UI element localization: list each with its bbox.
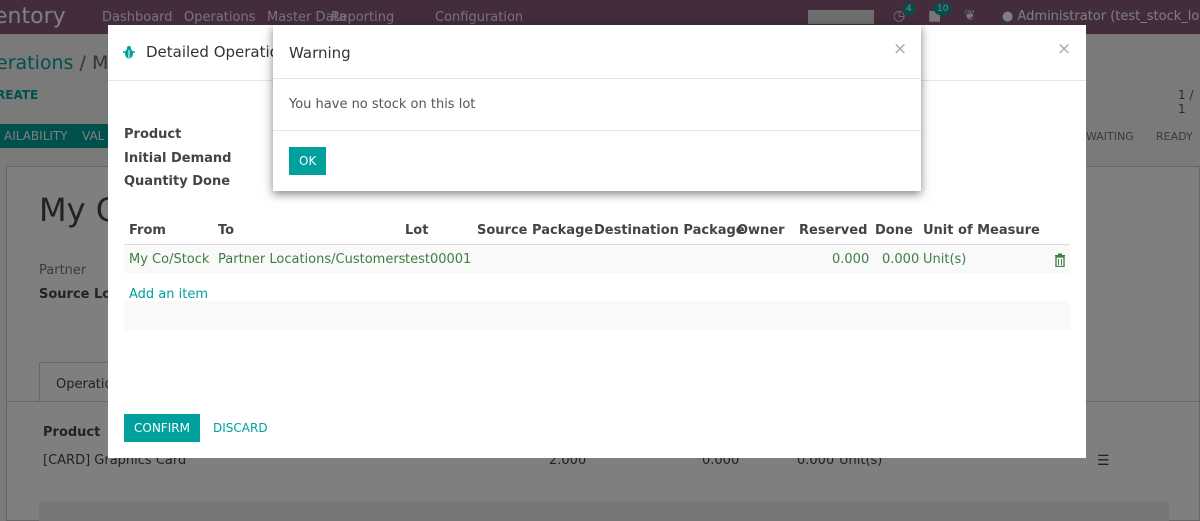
warning-title: Warning [289, 44, 351, 62]
column-lot[interactable]: Lot [405, 223, 428, 238]
column-source-package[interactable]: Source Package [477, 223, 593, 238]
quantity-done-label: Quantity Done [124, 174, 231, 189]
warning-header: Warning × [273, 25, 921, 79]
column-to[interactable]: To [218, 223, 234, 238]
product-label: Product [124, 127, 182, 142]
ok-button[interactable]: OK [289, 147, 327, 175]
initial-demand-label: Initial Demand [124, 151, 232, 166]
bug-icon [123, 46, 135, 59]
confirm-button[interactable]: Confirm [124, 414, 200, 442]
warning-close-button[interactable]: × [893, 39, 907, 59]
trash-icon[interactable] [1054, 253, 1066, 267]
row-uom[interactable]: Unit(s) [923, 252, 966, 267]
column-done[interactable]: Done [875, 223, 913, 238]
dialog-title: Detailed Operation [146, 43, 289, 61]
column-unit-of-measure[interactable]: Unit of Measure [923, 223, 1040, 238]
row-done[interactable]: 0.000 [882, 252, 919, 267]
dialog-close-button[interactable]: × [1057, 39, 1071, 59]
empty-row [124, 301, 1070, 330]
warning-message: You have no stock on this lot [289, 97, 476, 112]
warning-footer-divider [273, 130, 921, 131]
column-owner[interactable]: Owner [737, 223, 785, 238]
column-from[interactable]: From [129, 223, 166, 238]
discard-button[interactable]: Discard [213, 414, 268, 442]
column-destination-package[interactable]: Destination Package [594, 223, 745, 238]
add-item-link[interactable]: Add an item [129, 287, 208, 302]
column-reserved[interactable]: Reserved [799, 223, 867, 238]
row-lot[interactable]: test00001 [405, 252, 471, 267]
row-reserved[interactable]: 0.000 [832, 252, 869, 267]
row-from[interactable]: My Co/Stock [129, 252, 209, 267]
warning-dialog: Warning × You have no stock on this lot … [273, 25, 921, 191]
row-to[interactable]: Partner Locations/Customers [218, 252, 405, 267]
